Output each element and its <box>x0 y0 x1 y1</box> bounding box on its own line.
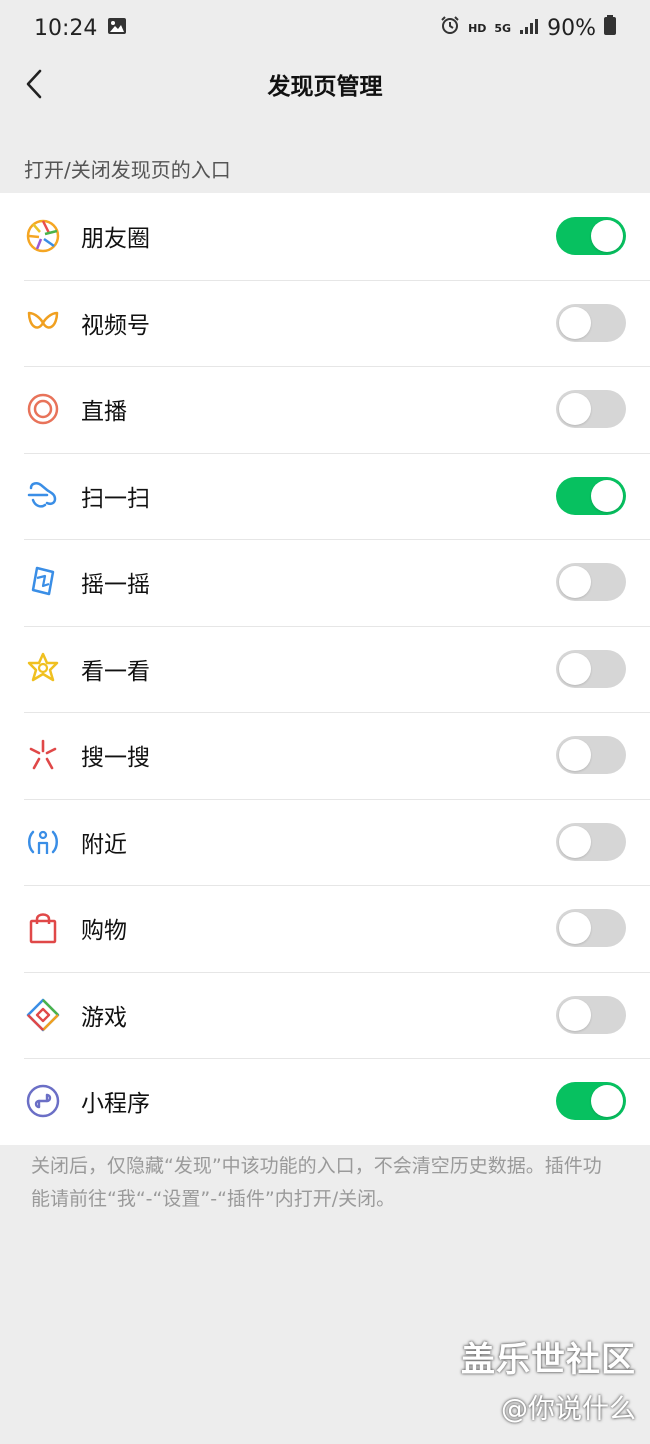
list-item: 游戏 <box>0 971 650 1059</box>
toggle-switch[interactable] <box>556 909 626 948</box>
top-stories-icon <box>23 649 63 689</box>
chevron-left-icon <box>26 69 42 99</box>
item-label: 直播 <box>81 399 127 426</box>
alarm-icon <box>440 15 460 41</box>
toggle-knob <box>559 998 591 1031</box>
list-item: 附近 <box>0 798 650 886</box>
toggle-knob <box>559 566 591 599</box>
list-item: 搜一搜 <box>0 712 650 799</box>
games-icon <box>23 995 63 1035</box>
nearby-icon <box>23 822 63 862</box>
watermark: 盖乐世社区 @你说什么 <box>461 1332 636 1426</box>
toggle-switch[interactable] <box>556 995 626 1034</box>
toggle-switch[interactable] <box>556 303 626 342</box>
channels-icon <box>23 303 63 343</box>
status-time: 10:24 <box>34 15 98 41</box>
list-item: 看一看 <box>0 625 650 713</box>
item-label: 摇一摇 <box>81 572 150 599</box>
toggle-switch[interactable] <box>556 563 626 602</box>
toggle-knob <box>559 306 591 339</box>
list-item: 小程序 <box>0 1058 650 1145</box>
network-indicator: 5G <box>494 21 512 35</box>
toggle-knob <box>591 220 623 253</box>
search-icon <box>23 735 63 775</box>
list-item: 购物 <box>0 885 650 972</box>
status-left: 10:24 <box>34 16 127 41</box>
toggle-switch[interactable] <box>556 1082 626 1121</box>
item-label: 看一看 <box>81 658 150 685</box>
toggle-knob <box>591 1085 623 1118</box>
scan-icon <box>23 476 63 516</box>
nav-bar: 发现页管理 <box>0 56 650 112</box>
list-item: 摇一摇 <box>0 539 650 626</box>
list-item: 扫一扫 <box>0 452 650 540</box>
back-button[interactable] <box>14 64 54 104</box>
item-label: 附近 <box>81 831 127 858</box>
item-label: 搜一搜 <box>81 745 150 772</box>
toggle-knob <box>559 912 591 945</box>
list-item: 朋友圈 <box>0 193 650 280</box>
section-caption: 打开/关闭发现页的入口 <box>24 158 231 182</box>
entry-list: 朋友圈 视频号 直播 扫一扫 摇一摇 看一看 搜一搜 附近 购物 游戏 小程序 <box>0 193 650 1145</box>
toggle-switch[interactable] <box>556 822 626 861</box>
status-bar: 10:24 HD 5G 90% <box>0 0 650 56</box>
hd-indicator: HD <box>468 21 487 35</box>
item-label: 朋友圈 <box>81 226 150 253</box>
item-label: 扫一扫 <box>81 485 150 512</box>
shopping-bag-icon <box>23 908 63 948</box>
item-label: 小程序 <box>81 1091 150 1118</box>
live-icon <box>23 389 63 429</box>
watermark-user: @你说什么 <box>501 1394 636 1425</box>
signal-icon <box>519 16 539 41</box>
footer-note: 关闭后，仅隐藏“发现”中该功能的入口，不会清空历史数据。插件功能请前往“我“-“… <box>31 1155 602 1210</box>
toggle-knob <box>559 652 591 685</box>
list-item: 视频号 <box>0 279 650 367</box>
toggle-knob <box>559 393 591 426</box>
toggle-knob <box>559 739 591 772</box>
item-label: 游戏 <box>81 1004 127 1031</box>
toggle-switch[interactable] <box>556 217 626 256</box>
toggle-switch[interactable] <box>556 476 626 515</box>
moments-icon <box>23 216 63 256</box>
toggle-switch[interactable] <box>556 390 626 429</box>
toggle-switch[interactable] <box>556 736 626 775</box>
toggle-switch[interactable] <box>556 649 626 688</box>
list-item: 直播 <box>0 366 650 453</box>
page-title: 发现页管理 <box>267 74 383 100</box>
toggle-knob <box>591 479 623 512</box>
toggle-knob <box>559 825 591 858</box>
shake-icon <box>23 562 63 602</box>
item-label: 购物 <box>81 918 127 945</box>
battery-icon <box>604 15 616 41</box>
item-label: 视频号 <box>81 312 150 339</box>
battery-percent: 90% <box>547 15 596 41</box>
status-right: HD 5G 90% <box>440 15 616 41</box>
mini-program-icon <box>23 1081 63 1121</box>
gallery-icon <box>107 16 127 41</box>
watermark-title: 盖乐世社区 <box>461 1340 636 1380</box>
